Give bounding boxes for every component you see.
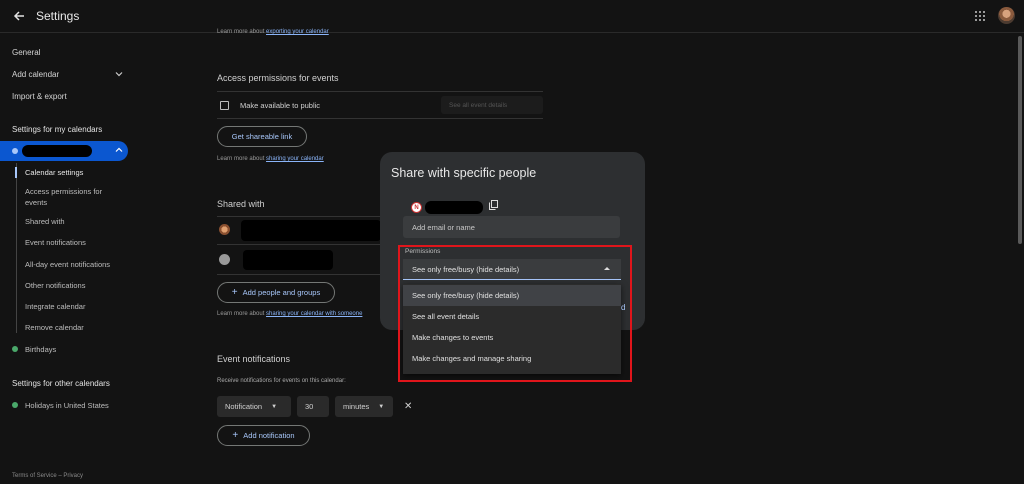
dialog-title: Share with specific people bbox=[391, 166, 537, 180]
export-link[interactable]: exporting your calendar bbox=[266, 29, 329, 35]
dropdown-arrow-icon: ▼ bbox=[378, 403, 385, 410]
add-email-input[interactable]: Add email or name bbox=[403, 216, 620, 238]
divider bbox=[217, 274, 382, 275]
divider bbox=[217, 216, 382, 217]
divider bbox=[217, 244, 382, 245]
public-checkbox[interactable] bbox=[220, 101, 229, 110]
public-permission-select: See all event details bbox=[441, 96, 543, 114]
redacted-shared-user bbox=[241, 220, 381, 241]
sidebar-sub-other-notifications[interactable]: Other notifications bbox=[25, 280, 85, 291]
sidebar-sub-event-notifications[interactable]: Event notifications bbox=[25, 237, 86, 248]
page-scrollbar[interactable] bbox=[1018, 36, 1022, 244]
event-notifications-description: Receive notifications for events on this… bbox=[217, 378, 346, 384]
notification-type-select[interactable]: Notification ▼ bbox=[217, 396, 291, 417]
plus-icon: + bbox=[232, 430, 239, 441]
avatar[interactable] bbox=[998, 7, 1015, 24]
divider bbox=[217, 91, 543, 92]
calendar-color-dot bbox=[12, 346, 18, 352]
sidebar-item-import-export[interactable]: Import & export bbox=[12, 92, 67, 101]
sidebar-item-birthdays[interactable]: Birthdays bbox=[25, 344, 56, 355]
redacted-owner-email bbox=[425, 201, 483, 214]
back-arrow-icon[interactable] bbox=[12, 9, 26, 23]
sidebar-subnav-line bbox=[16, 163, 17, 333]
add-people-button[interactable]: + Add people and groups bbox=[217, 282, 335, 303]
shared-user-avatar bbox=[219, 224, 230, 235]
footer-links[interactable]: Terms of Service – Privacy bbox=[12, 473, 83, 479]
chevron-down-icon[interactable] bbox=[115, 70, 123, 78]
sidebar-sub-calendar-settings[interactable]: Calendar settings bbox=[25, 167, 83, 178]
chevron-up-icon[interactable] bbox=[115, 146, 123, 154]
plus-icon: + bbox=[231, 287, 238, 298]
sharing-link[interactable]: sharing your calendar bbox=[266, 156, 324, 162]
public-label: Make available to public bbox=[240, 101, 321, 110]
sidebar-sub-all-day-notifications[interactable]: All-day event notifications bbox=[25, 259, 110, 270]
remove-notification-icon[interactable]: ✕ bbox=[404, 401, 412, 412]
subnav-active-indicator bbox=[15, 167, 17, 178]
dropdown-arrow-icon: ▼ bbox=[271, 403, 278, 410]
sidebar-sub-shared-with[interactable]: Shared with bbox=[25, 216, 65, 227]
learn-more-export: Learn more about exporting your calendar bbox=[217, 29, 329, 35]
sidebar-heading-other-calendars: Settings for other calendars bbox=[12, 379, 110, 388]
sidebar-heading-my-calendars: Settings for my calendars bbox=[12, 125, 103, 134]
shared-with-title: Shared with bbox=[217, 199, 265, 209]
notification-value-input[interactable]: 30 bbox=[297, 396, 329, 417]
calendar-color-dot bbox=[12, 402, 18, 408]
sidebar-sub-access-permissions[interactable]: Access permissions for events bbox=[25, 186, 115, 208]
get-shareable-link-button[interactable]: Get shareable link bbox=[217, 126, 307, 147]
divider bbox=[217, 118, 543, 119]
access-permissions-title: Access permissions for events bbox=[217, 73, 339, 83]
shared-user-avatar bbox=[219, 254, 230, 265]
add-notification-button[interactable]: + Add notification bbox=[217, 425, 310, 446]
redacted-calendar-name bbox=[22, 145, 92, 157]
sharing-someone-link[interactable]: sharing your calendar with someone bbox=[266, 311, 362, 317]
apps-grid-icon[interactable] bbox=[975, 11, 985, 21]
redacted-shared-user bbox=[243, 250, 333, 270]
sidebar-item-add-calendar[interactable]: Add calendar bbox=[12, 70, 59, 79]
event-notifications-title: Event notifications bbox=[217, 354, 291, 364]
top-bar: Settings bbox=[0, 0, 1024, 33]
sidebar-item-general[interactable]: General bbox=[12, 48, 40, 57]
highlight-annotation-box bbox=[398, 245, 632, 382]
page-title: Settings bbox=[36, 9, 80, 23]
owner-avatar: N bbox=[411, 202, 422, 213]
learn-more-sharing-someone: Learn more about sharing your calendar w… bbox=[217, 311, 363, 317]
learn-more-sharing: Learn more about sharing your calendar bbox=[217, 156, 324, 162]
sidebar-item-holidays[interactable]: Holidays in United States bbox=[25, 400, 109, 411]
calendar-color-dot bbox=[12, 148, 18, 154]
notification-unit-select[interactable]: minutes ▼ bbox=[335, 396, 393, 417]
sidebar-sub-integrate[interactable]: Integrate calendar bbox=[25, 301, 85, 312]
sidebar-sub-remove[interactable]: Remove calendar bbox=[25, 322, 84, 333]
copy-icon[interactable] bbox=[489, 200, 498, 210]
